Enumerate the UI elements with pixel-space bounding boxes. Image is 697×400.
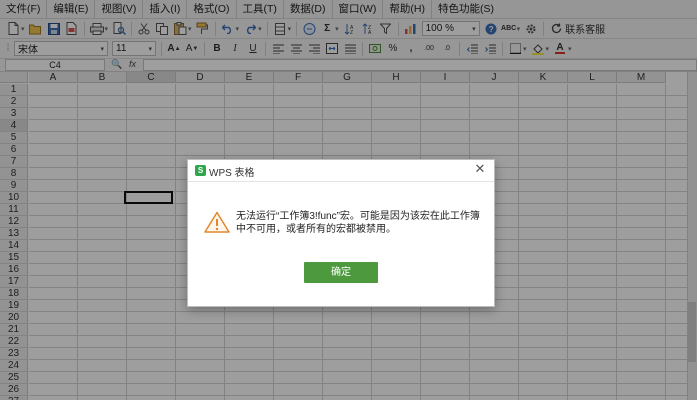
dialog-title: WPS 表格 xyxy=(209,168,255,179)
dialog-titlebar: S WPS 表格 ✕ xyxy=(188,160,494,182)
wps-logo-icon: S xyxy=(195,165,206,176)
macro-error-dialog: S WPS 表格 ✕ 无法运行“工作簿3!func”宏。可能是因为该宏在此工作簿… xyxy=(187,159,495,307)
ok-button[interactable]: 确定 xyxy=(304,262,378,283)
dialog-message: 无法运行“工作簿3!func”宏。可能是因为该宏在此工作簿中不可用，或者所有的宏… xyxy=(236,211,480,235)
warning-icon xyxy=(204,211,230,233)
close-icon[interactable]: ✕ xyxy=(473,162,487,176)
